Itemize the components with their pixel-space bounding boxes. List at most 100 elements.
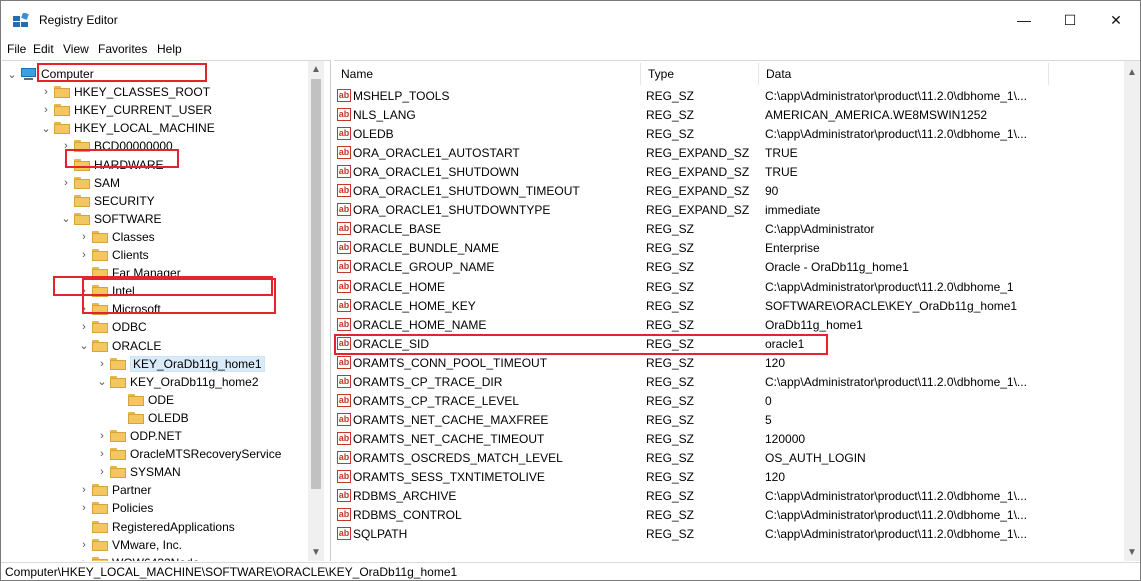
tree-item-classes[interactable]: › Classes [78,228,155,246]
value-row[interactable]: ab ORACLE_BUNDLE_NAME REG_SZ Enterprise [334,239,1124,258]
tree-item-key-oradb11g-home2[interactable]: ⌄ KEY_OraDb11g_home2 [96,373,258,391]
value-type: REG_SZ [646,527,695,542]
value-row[interactable]: ab RDBMS_CONTROL REG_SZ C:\app\Administrato… [334,506,1124,525]
expand-chevron-icon[interactable]: › [78,502,90,514]
tree-item-security[interactable]: SECURITY [60,192,155,210]
expand-chevron-icon[interactable]: › [78,321,90,333]
menu-edit[interactable]: Edit [33,42,54,56]
values-list-pane[interactable]: Name Type Data ▲ ▼ ab MSHELP_TOOLS REG_SZ C… [334,60,1140,561]
column-header-type[interactable]: Type [648,67,674,81]
tree-item-clients[interactable]: › Clients [78,246,149,264]
tree-item-wow6432node[interactable]: › WOW6432Node [78,554,199,561]
menu-favorites[interactable]: Favorites [98,42,147,56]
tree-item-odp-net[interactable]: › ODP.NET [96,427,182,445]
value-data: 120000 [765,431,806,446]
scroll-down-icon[interactable]: ▼ [1124,547,1140,558]
value-row[interactable]: ab ORA_ORACLE1_SHUTDOWNTYPE REG_EXPAND_SZ i… [334,201,1124,220]
tree-item-ode[interactable]: ODE [114,391,174,409]
value-row[interactable]: ab ORA_ORACLE1_AUTOSTART REG_EXPAND_SZ TRUE [334,144,1124,163]
tree-scrollbar[interactable]: ▲ ▼ [308,61,324,561]
scroll-up-icon[interactable]: ▲ [1124,67,1140,78]
expand-chevron-icon[interactable]: › [40,86,52,98]
folder-icon [128,393,144,406]
tree-item-oracle[interactable]: ⌄ ORACLE [78,337,161,355]
close-button[interactable]: ✕ [1093,1,1139,39]
value-row[interactable]: ab ORACLE_GROUP_NAME REG_SZ Oracle - OraDb1… [334,258,1124,277]
column-divider[interactable] [1048,63,1049,85]
list-scrollbar[interactable]: ▲ ▼ [1124,61,1140,561]
tree-item-label: SECURITY [94,193,155,208]
menu-help[interactable]: Help [157,42,182,56]
tree-item-oraclemtsrecoveryservice[interactable]: › OracleMTSRecoveryService [96,445,281,463]
menu-view[interactable]: View [63,42,89,56]
value-row[interactable]: ab ORAMTS_SESS_TXNTIMETOLIVE REG_SZ 120 [334,468,1124,487]
column-divider[interactable] [758,63,759,85]
scroll-up-icon[interactable]: ▲ [308,64,324,75]
folder-icon [110,375,126,388]
tree-item-vmware-inc-[interactable]: › VMware, Inc. [78,536,182,554]
expand-chevron-icon[interactable]: › [96,358,108,370]
value-row[interactable]: ab ORACLE_HOME REG_SZ C:\app\Administrator\… [334,278,1124,297]
value-data: TRUE [765,165,798,180]
value-row[interactable]: ab ORAMTS_CONN_POOL_TIMEOUT REG_SZ 120 [334,354,1124,373]
expand-chevron-icon[interactable]: › [96,448,108,460]
menu-file[interactable]: File [7,42,26,56]
tree-item-hkey-local-machine[interactable]: ⌄ HKEY_LOCAL_MACHINE [40,119,214,137]
value-row[interactable]: ab ORA_ORACLE1_SHUTDOWN_TIMEOUT REG_EXPAND… [334,182,1124,201]
value-row[interactable]: ab ORAMTS_NET_CACHE_TIMEOUT REG_SZ 120000 [334,430,1124,449]
minimize-button[interactable]: — [1001,1,1047,39]
column-divider[interactable] [640,63,641,85]
value-row[interactable]: ab ORAMTS_CP_TRACE_LEVEL REG_SZ 0 [334,392,1124,411]
value-row[interactable]: ab OLEDB REG_SZ C:\app\Administrator\produc… [334,125,1124,144]
expand-chevron-icon[interactable]: › [78,249,90,261]
tree-scroll-thumb[interactable] [311,79,321,489]
tree-item-partner[interactable]: › Partner [78,481,151,499]
tree-item-policies[interactable]: › Policies [78,499,153,517]
value-name: RDBMS_ARCHIVE [353,489,457,504]
string-value-icon: ab [337,108,351,122]
value-row[interactable]: ab SQLPATH REG_SZ C:\app\Administrator\prod… [334,525,1124,544]
value-name: ORACLE_HOME [353,279,446,294]
collapse-chevron-icon[interactable]: ⌄ [96,375,108,388]
value-row[interactable]: ab ORACLE_HOME_NAME REG_SZ OraDb11g_home1 [334,316,1124,335]
expand-chevron-icon[interactable]: › [96,466,108,478]
expand-chevron-icon[interactable]: › [40,104,52,116]
maximize-button[interactable]: ☐ [1047,1,1093,39]
column-header-name[interactable]: Name [341,67,373,81]
tree-item-sam[interactable]: › SAM [60,174,120,192]
value-row[interactable]: ab ORACLE_HOME_KEY REG_SZ SOFTWARE\ORACLE\K… [334,297,1124,316]
tree-item-software[interactable]: ⌄ SOFTWARE [60,210,162,228]
scroll-down-icon[interactable]: ▼ [308,547,324,558]
value-row[interactable]: ab NLS_LANG REG_SZ AMERICAN_AMERICA.WE8MSWI… [334,106,1124,125]
tree-item-odbc[interactable]: › ODBC [78,318,147,336]
value-row[interactable]: ab ORACLE_BASE REG_SZ C:\app\Administrator [334,220,1124,239]
value-row[interactable]: ab MSHELP_TOOLS REG_SZ C:\app\Administrator… [334,87,1124,106]
value-row[interactable]: ab ORAMTS_NET_CACHE_MAXFREE REG_SZ 5 [334,411,1124,430]
tree-item-sysman[interactable]: › SYSMAN [96,463,181,481]
value-row[interactable]: ab ORA_ORACLE1_SHUTDOWN REG_EXPAND_SZ TRUE [334,163,1124,182]
tree-item-oledb[interactable]: OLEDB [114,409,189,427]
expand-chevron-icon[interactable]: › [78,557,90,561]
expand-chevron-icon[interactable]: › [60,177,72,189]
collapse-chevron-icon[interactable]: ⌄ [60,212,72,225]
value-data: C:\app\Administrator [765,222,875,237]
expand-chevron-icon[interactable]: › [78,484,90,496]
expand-chevron-icon[interactable]: › [78,231,90,243]
collapse-chevron-icon[interactable]: ⌄ [40,122,52,135]
value-row[interactable]: ab RDBMS_ARCHIVE REG_SZ C:\app\Administrato… [334,487,1124,506]
value-row[interactable]: ab ORAMTS_CP_TRACE_DIR REG_SZ C:\app\Admini… [334,373,1124,392]
value-type: REG_SZ [646,412,695,427]
key-tree-pane[interactable]: ▲ ▼ ⌄ Computer › HKEY_CLASSES_ROOT › HKEY_CUR… [2,60,331,561]
tree-item-hkey-current-user[interactable]: › HKEY_CURRENT_USER [40,101,212,119]
value-row[interactable]: ab ORAMTS_OSCREDS_MATCH_LEVEL REG_SZ OS_AUT… [334,449,1124,468]
tree-item-key-oradb11g-home1[interactable]: › KEY_OraDb11g_home1 [96,355,265,373]
expand-chevron-icon[interactable]: › [96,430,108,442]
tree-item-hkey-classes-root[interactable]: › HKEY_CLASSES_ROOT [40,83,210,101]
column-header-data[interactable]: Data [766,67,791,81]
tree-item-registeredapplications[interactable]: RegisteredApplications [78,518,235,536]
collapse-chevron-icon[interactable]: ⌄ [6,68,18,81]
expand-chevron-icon[interactable]: › [78,539,90,551]
tree-item-label: SOFTWARE [94,211,162,226]
value-type: REG_SZ [646,450,695,465]
collapse-chevron-icon[interactable]: ⌄ [78,339,90,352]
